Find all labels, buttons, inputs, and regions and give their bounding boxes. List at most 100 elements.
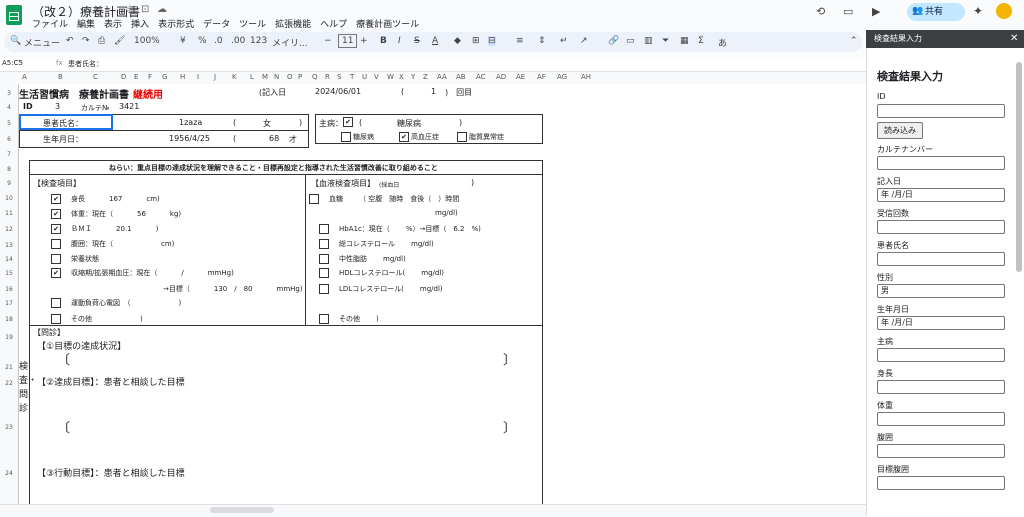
- meet-icon[interactable]: ▶: [872, 5, 880, 18]
- move-icon[interactable]: ⊡: [141, 4, 149, 15]
- panel-field-input[interactable]: [877, 380, 1005, 394]
- column-header[interactable]: AG: [557, 73, 567, 81]
- menu-data[interactable]: データ: [203, 20, 230, 30]
- d3-check[interactable]: 脂質異常症: [457, 132, 504, 142]
- exam-checkbox[interactable]: ✔: [51, 224, 61, 234]
- row-header[interactable]: 8: [0, 166, 18, 173]
- font-size-input[interactable]: 11: [338, 34, 358, 48]
- row-header[interactable]: 19: [0, 334, 18, 341]
- redo-icon[interactable]: ↷: [82, 36, 90, 46]
- panel-field-input[interactable]: [877, 476, 1005, 490]
- cloud-icon[interactable]: ☁: [157, 4, 167, 15]
- row-header[interactable]: 18: [0, 316, 18, 323]
- italic-icon[interactable]: I: [398, 36, 401, 46]
- row-header[interactable]: 21: [0, 364, 18, 371]
- exam-checkbox[interactable]: ✔: [51, 268, 61, 278]
- row-header[interactable]: 4: [0, 104, 18, 111]
- column-header[interactable]: N: [274, 73, 279, 81]
- number-format-button[interactable]: 123: [250, 36, 267, 46]
- row-header[interactable]: 13: [0, 242, 18, 249]
- column-header[interactable]: K: [232, 73, 237, 81]
- menu-help[interactable]: ヘルプ: [320, 20, 347, 30]
- column-header[interactable]: C: [93, 73, 98, 81]
- exam-checkbox[interactable]: ✔: [51, 194, 61, 204]
- horizontal-scrollbar[interactable]: [210, 507, 274, 513]
- cell-ref[interactable]: A5:C5: [2, 59, 23, 67]
- row-header[interactable]: 9: [0, 180, 18, 187]
- row-header[interactable]: 15: [0, 270, 18, 277]
- rotate-icon[interactable]: ↗: [580, 36, 588, 46]
- filter-icon[interactable]: ⏷: [662, 36, 669, 46]
- blood-checkbox[interactable]: [319, 224, 329, 234]
- formula-input[interactable]: 患者氏名：: [68, 59, 103, 69]
- load-button[interactable]: 読み込み: [877, 122, 923, 139]
- menu-insert[interactable]: 挿入: [131, 20, 149, 30]
- column-header[interactable]: AC: [476, 73, 486, 81]
- filter-views-icon[interactable]: ▦: [680, 36, 689, 46]
- blood-checkbox[interactable]: [319, 254, 329, 264]
- align-icon[interactable]: ≡: [516, 36, 524, 46]
- row-header[interactable]: 3: [0, 90, 18, 97]
- panel-field-input[interactable]: [877, 348, 1005, 362]
- undo-icon[interactable]: ↶: [66, 36, 74, 46]
- strikethrough-icon[interactable]: S: [414, 36, 420, 46]
- row-header[interactable]: 24: [0, 470, 18, 477]
- sheet-grid[interactable]: 生活習慣病 療養計画書 継続用 (記入日 2024/06/01 ( 1 ) 回目…: [19, 84, 866, 504]
- menu-file[interactable]: ファイル: [32, 20, 68, 30]
- font-size-plus-icon[interactable]: +: [360, 36, 368, 46]
- menu-ryoyo-tool[interactable]: 療養計画ツール: [356, 20, 419, 30]
- wrap-icon[interactable]: ↵: [560, 36, 568, 46]
- column-header[interactable]: AD: [496, 73, 506, 81]
- blood-checkbox[interactable]: [309, 194, 319, 204]
- history-icon[interactable]: ⟲: [816, 5, 825, 18]
- row-header[interactable]: 5: [0, 120, 18, 127]
- column-header[interactable]: S: [337, 73, 341, 81]
- font-size-minus-icon[interactable]: −: [324, 36, 332, 46]
- panel-field-input[interactable]: 年 /月/日: [877, 188, 1005, 202]
- currency-button[interactable]: ¥: [180, 36, 186, 46]
- paint-format-icon[interactable]: 🖌: [114, 36, 125, 46]
- panel-field-input[interactable]: [877, 220, 1005, 234]
- text-color-icon[interactable]: A: [432, 36, 438, 46]
- menu-extensions[interactable]: 拡張機能: [275, 20, 311, 30]
- column-header[interactable]: V: [374, 73, 379, 81]
- column-header[interactable]: D: [121, 73, 126, 81]
- valign-icon[interactable]: ⇕: [538, 36, 546, 46]
- column-header[interactable]: Q: [312, 73, 318, 81]
- blood-checkbox[interactable]: [319, 268, 329, 278]
- row-header[interactable]: 11: [0, 210, 18, 217]
- column-header[interactable]: A: [22, 73, 27, 81]
- panel-field-input[interactable]: [877, 412, 1005, 426]
- merge-cells-icon[interactable]: ⊟: [488, 36, 496, 46]
- increase-decimal-button[interactable]: .00: [231, 36, 245, 46]
- exam-checkbox[interactable]: [51, 298, 61, 308]
- decrease-decimal-button[interactable]: .0: [214, 36, 223, 46]
- d1-check[interactable]: 糖尿病: [341, 132, 374, 142]
- row-header[interactable]: 14: [0, 256, 18, 263]
- menu-tools[interactable]: ツール: [239, 20, 266, 30]
- column-header[interactable]: AF: [537, 73, 546, 81]
- font-select[interactable]: メイリ...: [272, 36, 308, 49]
- row-header[interactable]: 10: [0, 195, 18, 202]
- row-header[interactable]: 12: [0, 226, 18, 233]
- column-header[interactable]: J: [214, 73, 216, 81]
- row-header[interactable]: 22: [0, 380, 18, 387]
- column-header[interactable]: I: [197, 73, 199, 81]
- column-header[interactable]: F: [148, 73, 152, 81]
- row-header[interactable]: 17: [0, 300, 18, 307]
- menu-search[interactable]: メニュー: [24, 36, 60, 49]
- blood-checkbox[interactable]: [319, 239, 329, 249]
- row-header[interactable]: 16: [0, 286, 18, 293]
- collapse-icon[interactable]: ⌃: [850, 36, 858, 46]
- input-tools-icon[interactable]: あ: [718, 36, 727, 49]
- avatar[interactable]: [996, 3, 1012, 19]
- zoom-select[interactable]: 100%: [134, 36, 160, 46]
- column-header[interactable]: T: [350, 73, 354, 81]
- blood-checkbox[interactable]: [319, 314, 329, 324]
- row-header[interactable]: 6: [0, 136, 18, 143]
- star-icon[interactable]: ☆: [125, 4, 134, 15]
- column-header[interactable]: B: [58, 73, 63, 81]
- gemini-icon[interactable]: ✦: [973, 4, 983, 18]
- panel-field-input[interactable]: [877, 156, 1005, 170]
- column-header[interactable]: O: [287, 73, 293, 81]
